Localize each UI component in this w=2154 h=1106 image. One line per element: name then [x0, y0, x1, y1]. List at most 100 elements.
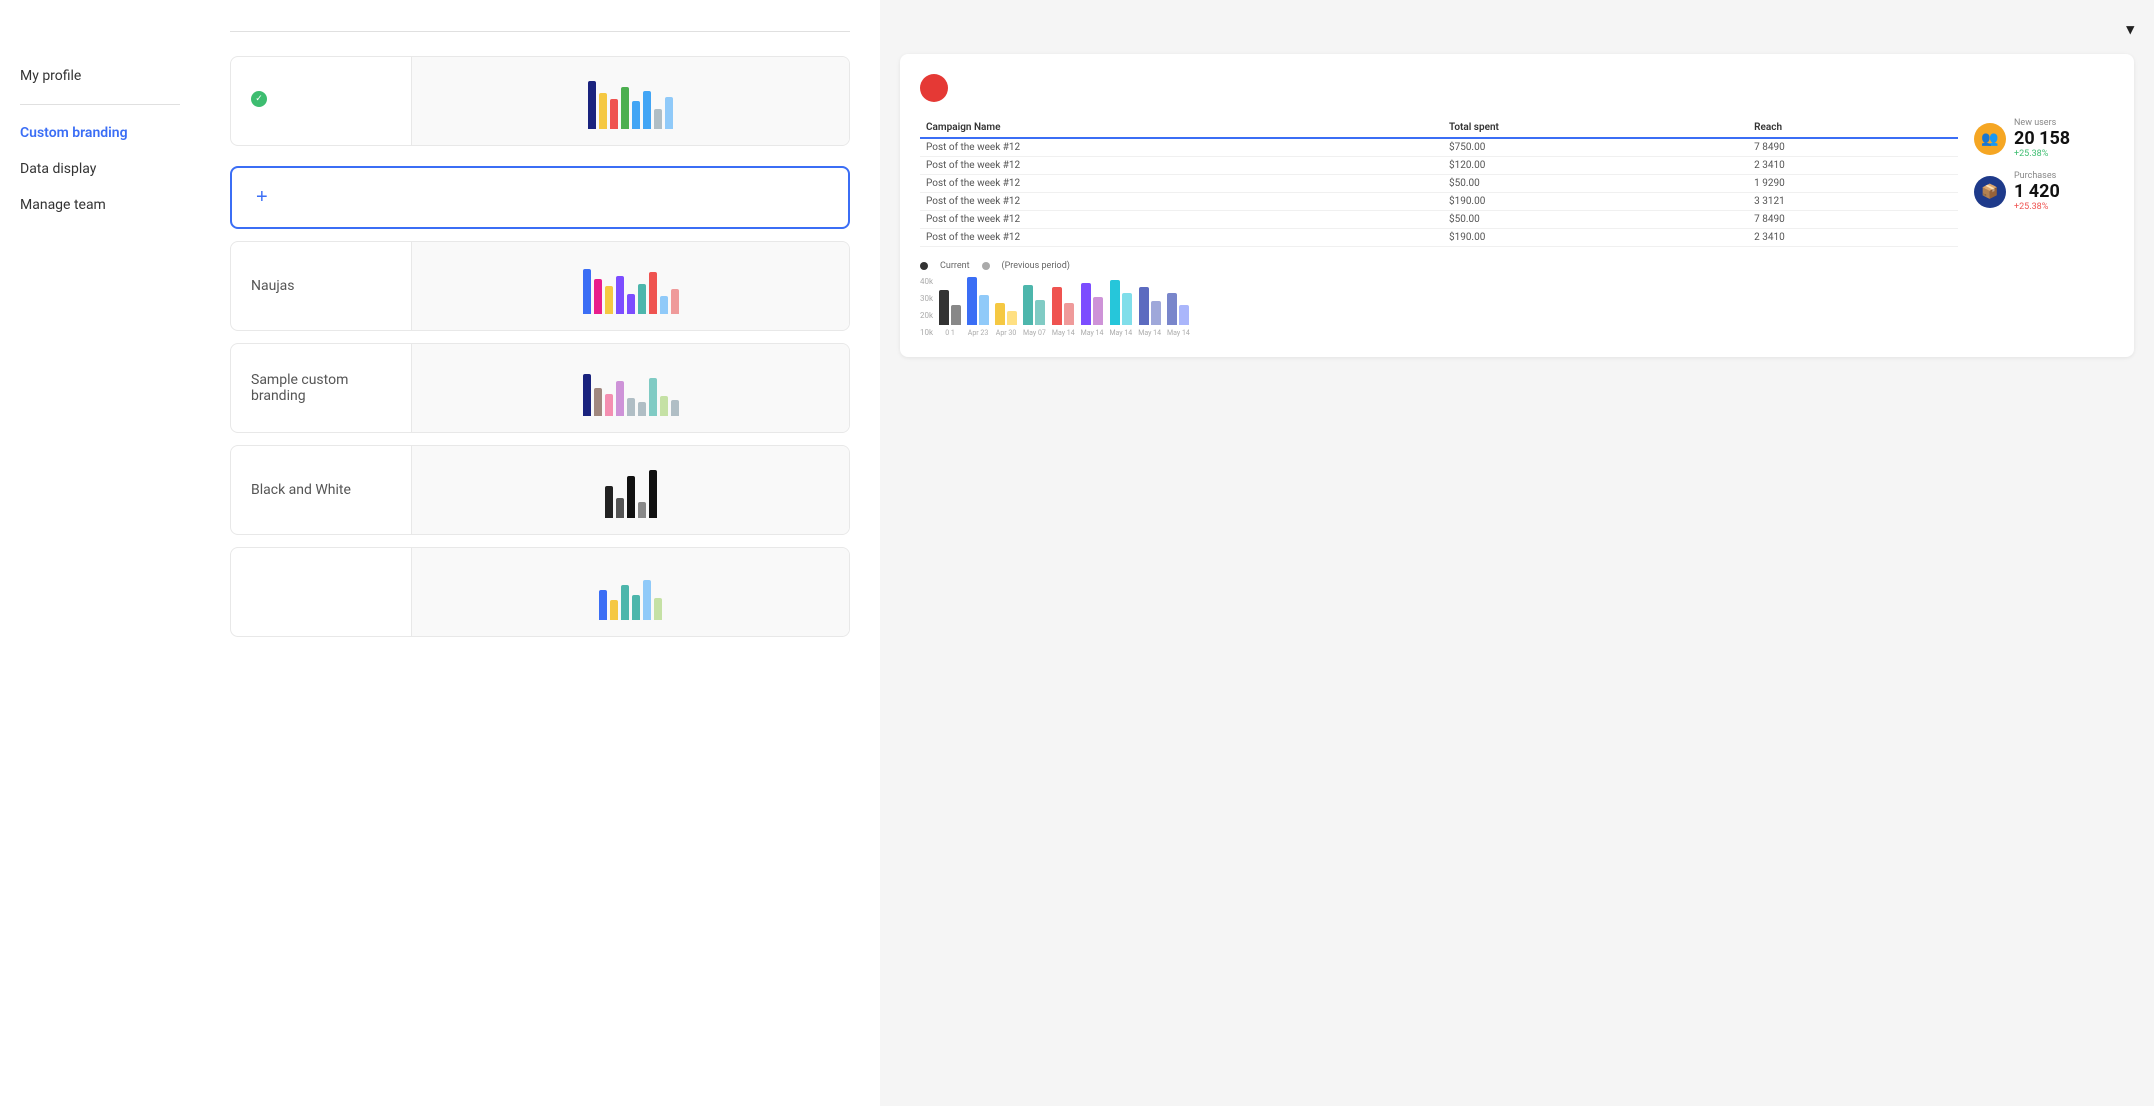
chevron-down-icon: ▾	[2126, 20, 2134, 38]
theme-preview	[411, 446, 849, 534]
sidebar-item-custom-branding[interactable]: Custom branding	[20, 115, 180, 151]
mini-bar	[638, 284, 646, 314]
theme-card[interactable]: Sample custom branding	[230, 343, 850, 433]
report-body: Campaign NameTotal spentReach Post of th…	[920, 118, 2114, 247]
mini-bar	[616, 498, 624, 518]
table-cell: Post of the week #12	[920, 193, 1443, 211]
stat-new-users: 👥 New users 20 158 +25.38%	[1974, 118, 2114, 159]
mini-bar	[660, 396, 668, 416]
settings-panel: + Naujas Sample custom branding Black and …	[200, 0, 880, 1106]
mini-bar	[594, 388, 602, 416]
mini-bar	[610, 600, 618, 620]
mini-bar	[632, 101, 640, 129]
mini-bar	[643, 580, 651, 620]
mini-bar	[627, 476, 635, 518]
purchases-label: Purchases	[2014, 171, 2060, 181]
table-cell: $190.00	[1443, 229, 1748, 247]
mini-bar	[665, 97, 673, 129]
default-theme-card[interactable]	[230, 56, 850, 146]
mini-bar	[621, 585, 629, 620]
table-cell: Post of the week #12	[920, 175, 1443, 193]
chart-x-label: May 07	[1023, 329, 1046, 337]
chart-column: May 14	[1167, 293, 1190, 337]
sidebar-item-manage-team[interactable]: Manage team	[20, 187, 180, 223]
mini-bar	[660, 296, 668, 314]
new-users-change: +25.38%	[2014, 149, 2070, 159]
legend-previous-label: (Previous period)	[1002, 261, 1070, 271]
table-column-header: Reach	[1748, 118, 1958, 138]
chart-x-label: Apr 23	[968, 329, 988, 337]
mini-bar	[627, 398, 635, 416]
theme-card[interactable]: Black and White	[230, 445, 850, 535]
chart-x-label: May 14	[1052, 329, 1075, 337]
chart-bar-group	[1023, 285, 1045, 325]
chart-bar	[1023, 285, 1033, 325]
report-card: Campaign NameTotal spentReach Post of th…	[900, 54, 2134, 357]
mini-bar	[605, 286, 613, 314]
table-cell: 2 3410	[1748, 229, 1958, 247]
chart-bar-group	[1139, 287, 1161, 325]
mini-bar	[627, 294, 635, 314]
chart-bar	[1139, 287, 1149, 325]
table-column-header: Total spent	[1443, 118, 1748, 138]
chart-bar	[1081, 283, 1091, 325]
new-users-value: 20 158	[2014, 128, 2070, 149]
mini-bar	[649, 272, 657, 314]
chart-bar	[1064, 303, 1074, 325]
chart-bar	[1052, 287, 1062, 325]
chart-bar	[1035, 300, 1045, 325]
table-cell: $50.00	[1443, 175, 1748, 193]
theme-card[interactable]: Naujas	[230, 241, 850, 331]
chart-bar	[967, 277, 977, 325]
report-logo	[920, 74, 2114, 102]
mini-bar	[649, 378, 657, 416]
orientation-selector[interactable]: ▾	[2122, 20, 2134, 38]
mini-bar	[638, 402, 646, 416]
table-cell: 1 9290	[1748, 175, 1958, 193]
mini-bar	[605, 486, 613, 518]
purchases-icon: 📦	[1974, 176, 2006, 208]
preview-header: ▾	[900, 20, 2134, 38]
chart-with-labels: 40k 30k 20k 10k 0 1Apr 23Apr 30May 07May…	[920, 277, 2114, 337]
chart-column: May 14	[1109, 280, 1132, 337]
report-stats: 👥 New users 20 158 +25.38% 📦 Purchases 1…	[1974, 118, 2114, 247]
mini-bar	[594, 279, 602, 314]
theme-preview	[411, 548, 849, 636]
chart-column: 0 1	[939, 290, 961, 337]
theme-name: Black and White	[231, 466, 411, 514]
chart-column: May 14	[1138, 287, 1161, 337]
chart-bar-group	[1081, 283, 1103, 325]
legend-current-dot	[920, 262, 928, 270]
chart-column: May 07	[1023, 285, 1046, 337]
theme-card[interactable]	[230, 547, 850, 637]
mini-bar	[616, 276, 624, 314]
legend-current-label: Current	[940, 261, 970, 271]
chart-bar	[939, 290, 949, 325]
table-cell: $120.00	[1443, 157, 1748, 175]
default-theme-label	[231, 75, 411, 127]
sidebar-item-data-display[interactable]: Data display	[20, 151, 180, 187]
table-cell: 7 8490	[1748, 138, 1958, 157]
mini-bar	[610, 99, 618, 129]
mini-bar	[649, 470, 657, 518]
chart-x-label: May 14	[1109, 329, 1132, 337]
mini-bar	[616, 381, 624, 416]
chart-bar	[1151, 301, 1161, 325]
chart-column: May 14	[1052, 287, 1075, 337]
chart-x-label: May 14	[1138, 329, 1161, 337]
mini-bar	[599, 93, 607, 129]
table-row: Post of the week #12$50.001 9290	[920, 175, 1958, 193]
table-cell: 7 8490	[1748, 211, 1958, 229]
plus-icon: +	[256, 186, 268, 209]
chart-bars: 0 1Apr 23Apr 30May 07May 14May 14May 14M…	[939, 277, 1190, 337]
active-badge	[251, 91, 391, 107]
chart-bar	[951, 305, 961, 325]
create-theme-button[interactable]: +	[230, 166, 850, 229]
table-row: Post of the week #12$50.007 8490	[920, 211, 1958, 229]
mini-bar	[605, 394, 613, 416]
theme-name	[231, 576, 411, 608]
sidebar-item-my-profile[interactable]: My profile	[20, 58, 180, 94]
table-body: Post of the week #12$750.007 8490Post of…	[920, 138, 1958, 247]
table-cell: 2 3410	[1748, 157, 1958, 175]
theme-preview	[411, 242, 849, 330]
